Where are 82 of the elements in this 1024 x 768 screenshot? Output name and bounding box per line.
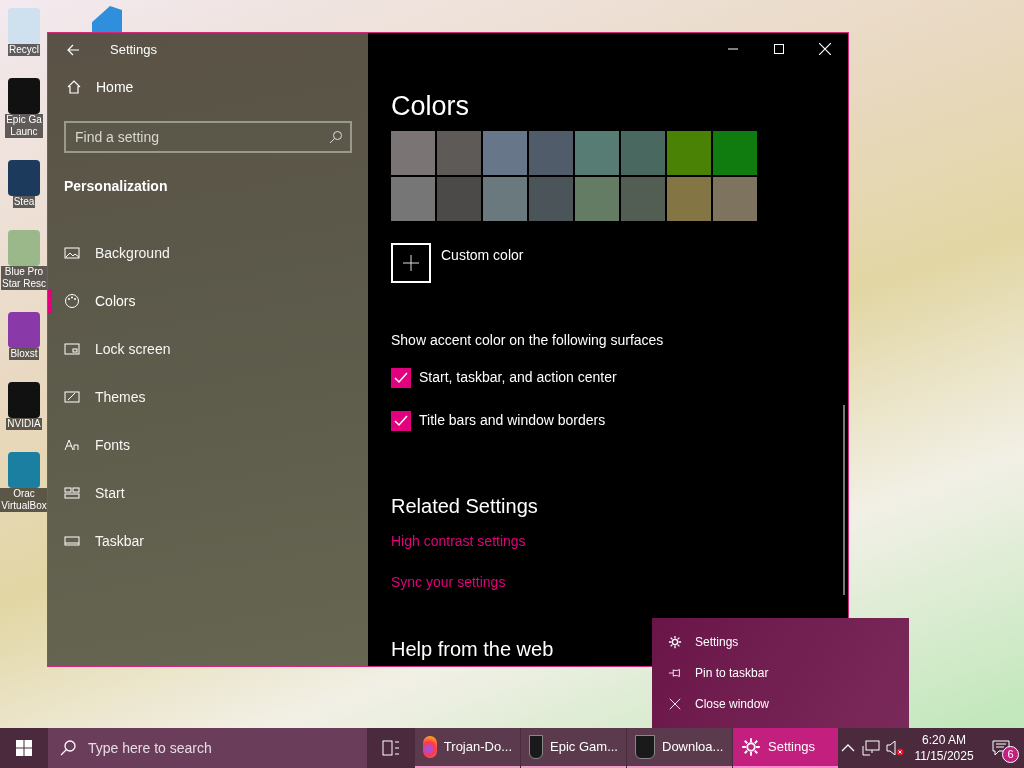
search-field[interactable]: Find a setting xyxy=(64,121,352,153)
chevron-up-icon[interactable] xyxy=(840,743,856,753)
taskbar-icon[interactable] xyxy=(64,533,80,549)
custom-color-label[interactable]: Custom color xyxy=(441,245,524,266)
checkbox[interactable] xyxy=(391,367,411,388)
checkbox-label[interactable]: Start, taskbar, and action center xyxy=(419,367,617,388)
palette-icon[interactable] xyxy=(64,293,80,309)
app-icon[interactable] xyxy=(8,382,40,418)
checkbox[interactable] xyxy=(391,410,411,431)
help-heading: Help from the web xyxy=(391,637,554,661)
color-swatch[interactable] xyxy=(437,131,481,175)
notification-count: 6 xyxy=(1002,746,1019,763)
color-swatch[interactable] xyxy=(667,177,711,221)
taskbar-app-button[interactable]: Downloa... xyxy=(627,728,732,768)
app-icon[interactable] xyxy=(8,312,40,348)
clock-time[interactable]: 6:20 AM xyxy=(922,732,966,748)
nav-item[interactable]: Background xyxy=(95,242,170,264)
color-swatch[interactable] xyxy=(667,131,711,175)
nav-item[interactable]: Colors xyxy=(95,290,136,312)
icon-label[interactable]: Orac VirtualBox xyxy=(0,488,48,512)
network-icon[interactable] xyxy=(862,740,880,756)
color-swatch[interactable] xyxy=(391,131,435,175)
nav-item[interactable]: Lock screen xyxy=(95,338,171,360)
taskbar-app-button[interactable]: Settings xyxy=(733,728,838,768)
color-swatch[interactable] xyxy=(483,177,527,221)
app-icon[interactable] xyxy=(8,78,40,114)
taskbar-app-button[interactable]: Trojan-Do... xyxy=(415,728,520,768)
nav-item[interactable]: Themes xyxy=(95,386,146,408)
home-link[interactable]: Home xyxy=(96,76,134,98)
clock-date[interactable]: 11/15/2025 xyxy=(914,748,974,764)
grid-icon[interactable] xyxy=(64,485,80,501)
settings-icon xyxy=(668,634,682,649)
menu-item[interactable]: Close window xyxy=(652,688,909,720)
icon-label[interactable]: Recycl xyxy=(8,44,40,56)
color-swatch[interactable] xyxy=(621,177,665,221)
menu-item[interactable]: Settings xyxy=(652,626,909,658)
icon-label[interactable]: Bloxst xyxy=(9,348,39,360)
app-icon[interactable] xyxy=(8,452,40,488)
nav-item[interactable]: Fonts xyxy=(95,434,130,456)
color-swatch[interactable] xyxy=(621,131,665,175)
picture-icon[interactable] xyxy=(64,245,80,261)
icon-label[interactable]: NVIDIA xyxy=(6,418,42,430)
search-icon[interactable] xyxy=(329,130,343,144)
app-icon[interactable] xyxy=(8,160,40,196)
color-swatch[interactable] xyxy=(437,177,481,221)
pin-icon xyxy=(668,666,682,680)
menu-item[interactable]: Pin to taskbar xyxy=(652,657,909,689)
notification-icon[interactable] xyxy=(992,740,1010,756)
plus-icon xyxy=(403,255,419,271)
color-swatch[interactable] xyxy=(483,131,527,175)
color-swatch[interactable] xyxy=(529,177,573,221)
page-heading: Colors xyxy=(391,90,471,122)
color-swatch[interactable] xyxy=(575,177,619,221)
nav-item[interactable]: Start xyxy=(95,482,125,504)
font-icon[interactable] xyxy=(64,437,80,453)
monitor-icon[interactable] xyxy=(64,341,80,357)
taskbar-search-field[interactable]: Type here to search xyxy=(48,728,367,768)
taskbar-app-button[interactable]: Epic Gam... xyxy=(521,728,626,768)
window-title: Settings xyxy=(110,41,157,60)
color-swatch[interactable] xyxy=(713,177,757,221)
close-icon xyxy=(668,697,682,712)
checkbox-label[interactable]: Title bars and window borders xyxy=(419,410,606,431)
color-swatch[interactable] xyxy=(713,131,757,175)
nav-item[interactable]: Taskbar xyxy=(95,530,145,552)
brush-icon[interactable] xyxy=(64,389,80,405)
accent-surfaces-heading: Show accent color on the following surfaces xyxy=(391,331,665,350)
icon-label[interactable]: Blue Pro Star Resc xyxy=(1,266,47,290)
color-swatch[interactable] xyxy=(391,177,435,221)
color-swatch[interactable] xyxy=(575,131,619,175)
icon-label[interactable]: Epic Ga Launc xyxy=(5,114,43,138)
color-swatch[interactable] xyxy=(529,131,573,175)
settings-icon xyxy=(741,737,761,757)
related-settings-heading: Related Settings xyxy=(391,494,539,519)
scrollbar[interactable] xyxy=(843,405,845,595)
muted-speaker-icon[interactable] xyxy=(886,740,904,756)
section-heading: Personalization xyxy=(64,177,169,196)
custom-color-button[interactable] xyxy=(391,243,431,283)
back-icon[interactable] xyxy=(66,43,80,57)
home-icon[interactable] xyxy=(66,79,82,95)
icon-label[interactable]: Stea xyxy=(12,196,36,208)
link[interactable]: Sync your settings xyxy=(391,572,506,593)
link[interactable]: High contrast settings xyxy=(391,531,526,552)
